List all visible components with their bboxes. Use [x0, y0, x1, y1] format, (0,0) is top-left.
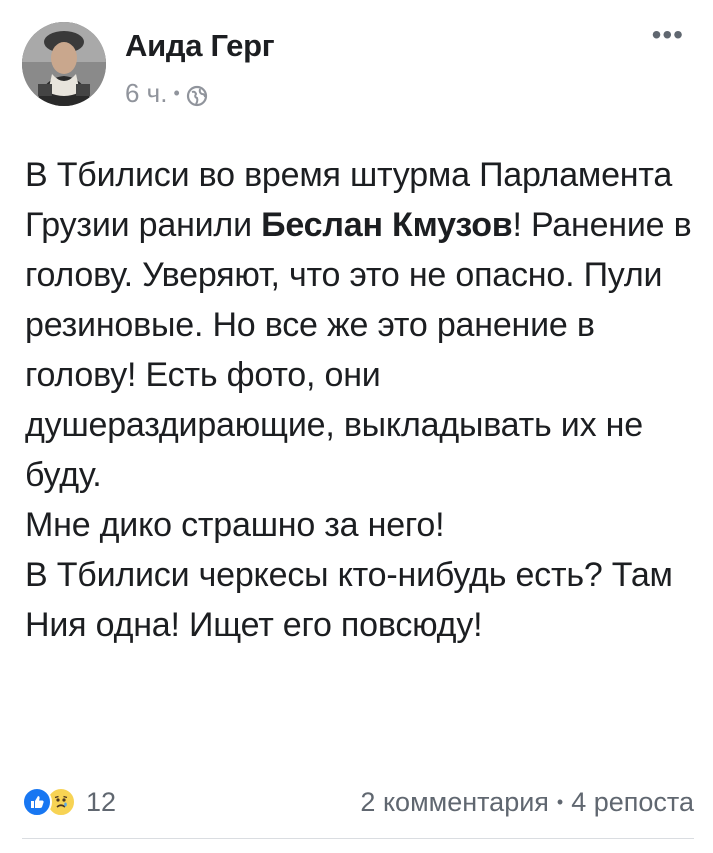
tagged-name[interactable]: Беслан Кмузов [261, 206, 513, 244]
post-header: Аида Герг 6 ч. • ••• [22, 18, 692, 108]
post-body: В Тбилиси во время штурма Парламента Гру… [25, 150, 695, 650]
like-icon [22, 787, 52, 817]
meta-separator: • [173, 83, 180, 103]
post-paragraph-3: В Тбилиси черкесы кто-нибудь есть? Там Н… [25, 556, 673, 644]
more-options-icon[interactable]: ••• [652, 21, 684, 49]
comments-count[interactable]: 2 комментария [360, 787, 549, 818]
post-meta: 6 ч. • [125, 78, 208, 109]
post-stats: 2 комментария • 4 репоста [360, 787, 694, 818]
post-paragraph-1: В Тбилиси во время штурма Парламента Гру… [25, 150, 695, 500]
avatar[interactable] [22, 22, 106, 106]
avatar-image [22, 22, 106, 106]
post-paragraph-2: Мне дико страшно за него! [25, 506, 445, 544]
reaction-count: 12 [86, 786, 117, 817]
divider [22, 838, 694, 839]
author-name[interactable]: Аида Герг [125, 28, 275, 64]
shares-count[interactable]: 4 репоста [571, 787, 694, 818]
facebook-post: Аида Герг 6 ч. • ••• В Тбилиси во время … [0, 0, 713, 853]
reactions-summary[interactable]: 12 [22, 787, 116, 818]
post-footer: 12 2 комментария • 4 репоста [22, 780, 694, 824]
post-time[interactable]: 6 ч. [125, 78, 167, 109]
body-text-rest: ! Ранение в голову. Уверяют, что это не … [25, 206, 692, 494]
stats-separator: • [556, 791, 564, 812]
globe-icon [186, 83, 208, 106]
